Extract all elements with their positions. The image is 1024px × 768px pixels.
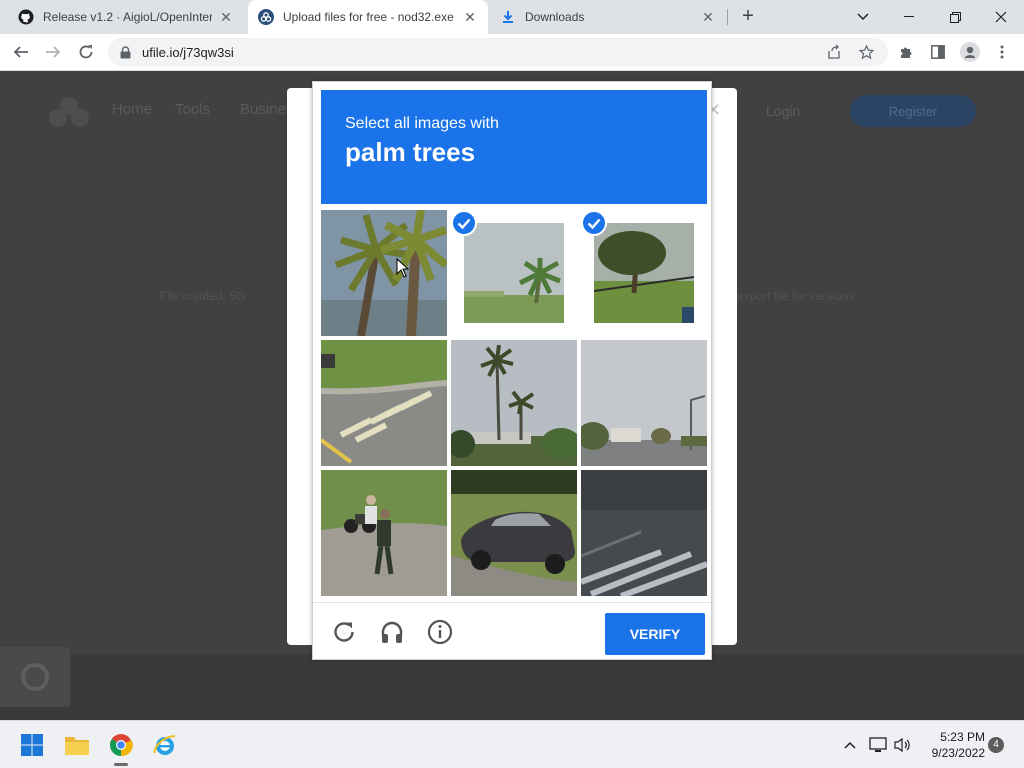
tree-lawn-image xyxy=(594,223,694,323)
palm-trees-image xyxy=(321,210,447,336)
palm-trees-street-image xyxy=(451,340,577,466)
more-menu-icon[interactable] xyxy=(990,40,1014,64)
tab-ufile-upload[interactable]: Upload files for free - nod32.exe ✕ xyxy=(248,0,488,34)
captcha-tile-1[interactable] xyxy=(321,210,447,336)
captcha-tile-2[interactable] xyxy=(451,210,577,336)
recaptcha-badge-icon[interactable] xyxy=(0,647,70,707)
site-footer xyxy=(0,655,1024,720)
ufile-logo-icon[interactable] xyxy=(46,95,92,129)
captcha-header: Select all images with palm trees xyxy=(321,90,707,204)
notification-count-badge[interactable]: 4 xyxy=(988,737,1004,753)
restore-icon[interactable] xyxy=(932,0,978,34)
tab-search-chevron-icon[interactable] xyxy=(840,0,886,34)
clock-date: 9/23/2022 xyxy=(931,746,985,760)
clock-time: 5:23 PM xyxy=(940,730,985,744)
reload-icon[interactable] xyxy=(74,40,98,64)
extensions-puzzle-icon[interactable] xyxy=(894,40,918,64)
audio-challenge-headphones-icon[interactable] xyxy=(377,617,407,647)
captcha-image-grid xyxy=(321,210,707,596)
new-tab-button[interactable]: + xyxy=(736,5,760,29)
login-link[interactable]: Login xyxy=(766,103,800,119)
register-button[interactable]: Register xyxy=(850,95,976,127)
mouse-cursor-icon xyxy=(396,258,410,278)
check-icon xyxy=(451,210,477,236)
internet-explorer-icon[interactable] xyxy=(149,729,181,761)
show-hidden-icons-chevron-icon[interactable] xyxy=(840,735,860,755)
captcha-tile-8[interactable] xyxy=(451,470,577,596)
minimize-icon[interactable] xyxy=(886,0,932,34)
url-text: ufile.io/j73qw3si xyxy=(142,44,234,60)
share-icon[interactable] xyxy=(824,42,844,62)
captcha-tile-6[interactable] xyxy=(581,340,707,466)
file-explorer-icon[interactable] xyxy=(61,729,93,761)
github-icon xyxy=(18,9,34,25)
captcha-tile-4[interactable] xyxy=(321,340,447,466)
road-houses-image xyxy=(581,340,707,466)
tab-title: Downloads xyxy=(525,10,585,24)
people-motorcycle-image xyxy=(321,470,447,596)
address-bar[interactable]: ufile.io/j73qw3si xyxy=(108,38,888,66)
bookmark-star-icon[interactable] xyxy=(856,42,876,62)
nav-home[interactable]: Home xyxy=(112,101,152,118)
close-window-icon[interactable] xyxy=(978,0,1024,34)
network-icon[interactable] xyxy=(868,735,888,755)
tab-downloads[interactable]: Downloads ✕ xyxy=(490,0,726,34)
export-info-text: export file for versions xyxy=(737,289,855,303)
windows-start-icon[interactable] xyxy=(16,729,48,761)
volume-icon[interactable] xyxy=(892,735,912,755)
browser-toolbar: ufile.io/j73qw3si xyxy=(0,34,1024,71)
refresh-icon[interactable] xyxy=(329,617,359,647)
back-arrow-icon[interactable] xyxy=(9,40,33,64)
tab-separator xyxy=(727,9,728,25)
close-tab-icon[interactable]: ✕ xyxy=(218,9,234,25)
nav-tools[interactable]: Tools xyxy=(175,101,210,118)
ufile-logo-icon xyxy=(258,9,274,25)
info-icon[interactable] xyxy=(425,617,455,647)
crosswalk-image xyxy=(321,340,447,466)
tab-title: Upload files for free - nod32.exe xyxy=(283,10,454,24)
forward-arrow-icon[interactable] xyxy=(41,40,65,64)
download-icon xyxy=(500,9,516,25)
lock-icon[interactable] xyxy=(118,45,132,59)
system-clock[interactable]: 5:23 PM 9/23/2022 xyxy=(915,729,985,761)
captcha-tile-7[interactable] xyxy=(321,470,447,596)
verify-button[interactable]: VERIFY xyxy=(605,613,705,655)
palm-tree-field-image xyxy=(464,223,564,323)
side-panel-icon[interactable] xyxy=(926,40,950,64)
crosswalk-asphalt-image xyxy=(581,470,707,596)
chrome-icon[interactable] xyxy=(105,729,137,761)
check-icon xyxy=(581,210,607,236)
parked-car-image xyxy=(451,470,577,596)
captcha-tile-3[interactable] xyxy=(581,210,707,336)
captcha-footer: VERIFY xyxy=(313,602,711,660)
file-info-text: File created: 5G xyxy=(160,289,246,303)
tab-github-release[interactable]: Release v1.2 · AigioL/OpenInterne ✕ xyxy=(8,0,244,34)
captcha-tile-9[interactable] xyxy=(581,470,707,596)
captcha-instruction: Select all images with xyxy=(345,115,499,132)
tab-title: Release v1.2 · AigioL/OpenInterne xyxy=(43,10,212,24)
active-app-indicator xyxy=(114,763,128,766)
close-tab-icon[interactable]: ✕ xyxy=(462,9,478,25)
captcha-challenge: Select all images with palm trees VERIFY xyxy=(312,81,712,660)
captcha-target: palm trees xyxy=(345,137,476,167)
windows-taskbar: 5:23 PM 9/23/2022 4 xyxy=(0,720,1024,768)
close-tab-icon[interactable]: ✕ xyxy=(700,9,716,25)
captcha-tile-5[interactable] xyxy=(451,340,577,466)
tab-strip: Release v1.2 · AigioL/OpenInterne ✕ Uplo… xyxy=(0,0,1024,34)
profile-avatar-icon[interactable] xyxy=(958,40,982,64)
